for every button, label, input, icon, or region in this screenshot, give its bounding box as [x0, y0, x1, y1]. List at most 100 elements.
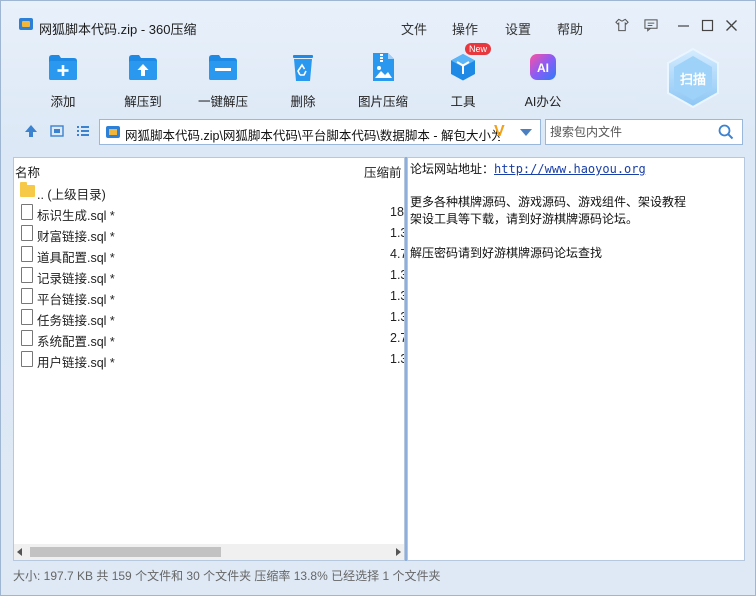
- vip-badge[interactable]: V: [494, 123, 505, 141]
- extract-folder-icon: [127, 51, 159, 83]
- scroll-left-icon[interactable]: [17, 548, 22, 556]
- archive-app-icon: [19, 18, 33, 30]
- file-icon: [21, 309, 33, 325]
- image-compress-label: 图片压缩: [357, 95, 408, 109]
- scrollbar-thumb[interactable]: [30, 547, 221, 557]
- scroll-right-icon[interactable]: [396, 548, 401, 556]
- file-icon: [21, 330, 33, 346]
- list-item[interactable]: 平台链接.sql * 1.3: [14, 286, 404, 307]
- comment-line-3: 架设工具等下载，请到好游棋牌源码论坛。: [410, 212, 639, 226]
- file-name: 任务链接.sql *: [37, 314, 115, 328]
- delete-button[interactable]: 删除: [270, 51, 336, 110]
- file-size: 1.3: [390, 310, 404, 324]
- minimize-icon[interactable]: [676, 18, 690, 32]
- view-thumbnail-icon[interactable]: [49, 124, 65, 140]
- app-window: 网狐脚本代码.zip - 360压缩 文件 操作 设置 帮助 添加 解压到 一键…: [0, 0, 756, 596]
- menu-file[interactable]: 文件: [401, 19, 427, 38]
- file-name: 财富链接.sql *: [37, 230, 115, 244]
- one-click-extract-icon: [207, 51, 239, 83]
- file-size: 18.9: [390, 205, 404, 219]
- address-bar[interactable]: 网狐脚本代码.zip\网狐脚本代码\平台脚本代码\数据脚本 - 解包大小为 V: [99, 119, 541, 145]
- file-size: 4.7: [390, 247, 404, 261]
- file-icon: [21, 288, 33, 304]
- list-item[interactable]: 记录链接.sql * 1.3: [14, 265, 404, 286]
- file-icon: [21, 351, 33, 367]
- horizontal-scrollbar[interactable]: [14, 544, 404, 560]
- file-size: 1.3: [390, 289, 404, 303]
- one-click-extract-label: 一键解压: [197, 95, 248, 109]
- status-bar: 大小: 197.7 KB 共 159 个文件和 30 个文件夹 压缩率 13.8…: [13, 569, 441, 583]
- file-icon: [21, 246, 33, 262]
- search-box[interactable]: [545, 119, 743, 145]
- file-icon: [21, 267, 33, 283]
- list-item[interactable]: 标识生成.sql * 18.9: [14, 202, 404, 223]
- new-badge: New: [465, 43, 492, 55]
- add-button[interactable]: 添加: [30, 51, 96, 110]
- skin-shirt-icon[interactable]: [615, 18, 629, 32]
- ai-office-label: AI办公: [524, 95, 562, 109]
- add-label: 添加: [50, 95, 76, 109]
- archive-icon: [106, 126, 120, 138]
- one-click-extract-button[interactable]: 一键解压: [190, 51, 256, 110]
- ai-office-button[interactable]: AI AI办公: [510, 51, 576, 110]
- tools-button[interactable]: New 工具: [430, 43, 496, 110]
- column-size-header[interactable]: 压缩前: [364, 162, 402, 181]
- scan-label: 扫描: [679, 72, 706, 87]
- file-name: 道具配置.sql *: [37, 251, 115, 265]
- search-icon[interactable]: [718, 124, 734, 140]
- address-path[interactable]: 网狐脚本代码.zip\网狐脚本代码\平台脚本代码\数据脚本 - 解包大小为: [125, 125, 500, 144]
- close-icon[interactable]: [724, 18, 738, 32]
- extract-to-button[interactable]: 解压到: [110, 51, 176, 110]
- file-size: 2.7: [390, 331, 404, 345]
- list-item-parent-folder[interactable]: .. (上级目录): [14, 181, 404, 202]
- window-title: 网狐脚本代码.zip - 360压缩: [39, 22, 197, 37]
- comment-line-4: 解压密码请到好游棋牌源码论坛查找: [410, 246, 603, 260]
- menu-operate[interactable]: 操作: [452, 19, 478, 38]
- menu-help[interactable]: 帮助: [557, 19, 583, 38]
- file-list-pane: 名称 压缩前 .. (上级目录) 标识生成.sql * 18.9 财富链接.sq…: [13, 157, 405, 561]
- list-item[interactable]: 任务链接.sql * 1.3: [14, 307, 404, 328]
- comment-forum-line: 论坛网站地址：http://www.haoyou.org: [410, 160, 646, 177]
- tools-label: 工具: [450, 95, 476, 109]
- search-input[interactable]: [546, 120, 716, 144]
- file-size: 1.3: [390, 268, 404, 282]
- list-item[interactable]: 用户链接.sql * 1.3: [14, 349, 404, 370]
- folder-icon: [20, 182, 35, 197]
- image-compress-button[interactable]: 图片压缩: [350, 51, 416, 110]
- toolbox-cube-icon: New: [447, 43, 492, 83]
- title-bar: 网狐脚本代码.zip - 360压缩 文件 操作 设置 帮助: [1, 1, 755, 37]
- file-name: 系统配置.sql *: [37, 335, 115, 349]
- file-name: 用户链接.sql *: [37, 356, 115, 370]
- maximize-icon[interactable]: [700, 18, 714, 32]
- file-name: 记录链接.sql *: [37, 272, 115, 286]
- delete-label: 删除: [290, 95, 316, 109]
- scan-button[interactable]: 扫描: [665, 47, 721, 109]
- recycle-bin-icon: [287, 51, 319, 83]
- image-compress-icon: [367, 51, 399, 83]
- forum-label: 论坛网站地址：: [410, 162, 495, 176]
- column-name-header[interactable]: 名称: [15, 162, 40, 181]
- menu-settings[interactable]: 设置: [505, 19, 531, 38]
- file-name: 平台链接.sql *: [37, 293, 115, 307]
- forum-link[interactable]: http://www.haoyou.org: [494, 162, 646, 176]
- file-name: 标识生成.sql *: [37, 209, 115, 223]
- up-level-icon[interactable]: [23, 124, 39, 140]
- view-list-icon[interactable]: [75, 124, 91, 140]
- file-size: 1.3: [390, 226, 404, 240]
- archive-comment-pane: 论坛网站地址：http://www.haoyou.org 更多各种棋牌源码、游戏…: [407, 157, 745, 561]
- list-item[interactable]: 系统配置.sql * 2.7: [14, 328, 404, 349]
- file-name: .. (上级目录): [37, 188, 106, 202]
- file-size: 1.3: [390, 352, 404, 366]
- chevron-down-icon[interactable]: [520, 129, 532, 136]
- file-icon: [21, 225, 33, 241]
- ai-icon: AI: [527, 51, 559, 83]
- add-archive-icon: [47, 51, 79, 83]
- message-icon[interactable]: [644, 18, 658, 32]
- list-item[interactable]: 道具配置.sql * 4.7: [14, 244, 404, 265]
- file-icon: [21, 204, 33, 220]
- list-item[interactable]: 财富链接.sql * 1.3: [14, 223, 404, 244]
- file-list-header: 名称 压缩前: [14, 158, 404, 180]
- extract-to-label: 解压到: [124, 95, 162, 109]
- comment-line-2: 更多各种棋牌源码、游戏源码、游戏组件、架设教程: [410, 195, 687, 209]
- ai-icon-text: AI: [537, 61, 549, 75]
